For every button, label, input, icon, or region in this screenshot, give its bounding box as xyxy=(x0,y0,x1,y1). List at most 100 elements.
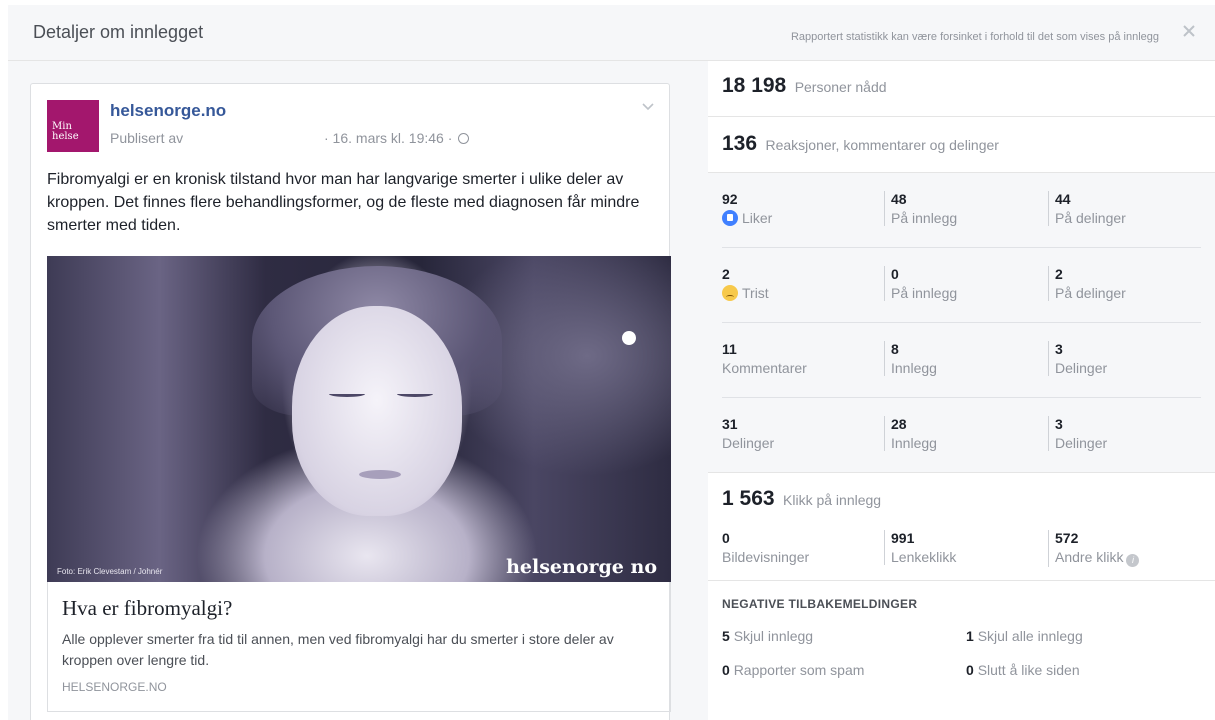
unlike-page-stat: 0 Slutt å like siden xyxy=(966,662,1080,678)
likes-total-label-wrap: Liker xyxy=(722,210,772,226)
other-clicks: 572 Andre klikk i xyxy=(1048,530,1140,567)
hide-post-stat: 5 Skjul innlegg xyxy=(722,628,813,644)
comments-on-post: 8 Innlegg xyxy=(884,341,937,376)
clicks-section: 1 563 Klikk på innlegg 0 Bildevisninger … xyxy=(708,473,1215,581)
shares-on-post: 28 Innlegg xyxy=(884,416,937,451)
photo-views-label: Bildevisninger xyxy=(722,549,810,565)
sad-total-label: Trist xyxy=(742,285,769,301)
other-clicks-value: 572 xyxy=(1055,530,1079,546)
engagement-value: 136 xyxy=(722,132,758,155)
sad-on-shares: 2 På delinger xyxy=(1048,266,1126,301)
info-icon[interactable]: i xyxy=(1126,554,1140,567)
hide-post-label: Skjul innlegg xyxy=(733,628,814,644)
reaction-breakdown: 92 Liker 48 På innlegg 44 På delinger 2 … xyxy=(708,173,1215,473)
link-clicks-value: 991 xyxy=(891,530,915,546)
post-meta: Publisert av · 16. mars kl. 19:46 · xyxy=(110,130,470,146)
comments-total-label: Kommentarer xyxy=(722,360,807,376)
shares-row: 31 Delinger 28 Innlegg 3 Delinger xyxy=(708,398,1215,473)
dialog-title: Detaljer om innlegget xyxy=(33,22,204,42)
image-eye-right xyxy=(397,391,433,397)
clicks-header: 1 563 Klikk på innlegg xyxy=(722,487,881,511)
chevron-down-icon[interactable] xyxy=(641,102,655,112)
image-eye-left xyxy=(329,391,365,397)
comments-on-shares-label: Delinger xyxy=(1055,360,1108,376)
sad-icon xyxy=(722,285,738,301)
photo-views: 0 Bildevisninger xyxy=(722,530,809,565)
likes-total-label: Liker xyxy=(742,210,773,226)
likes-on-post-label: På innlegg xyxy=(891,210,958,226)
shares-on-shares-value: 3 xyxy=(1055,416,1063,432)
link-preview[interactable]: Hva er fibromyalgi? Alle opplever smerte… xyxy=(47,582,671,712)
comments-on-post-label: Innlegg xyxy=(891,360,937,376)
published-by: Publisert av xyxy=(110,130,184,146)
reach-row: 18 198 Personer nådd xyxy=(708,61,1215,117)
photo-views-value: 0 xyxy=(722,530,730,546)
sad-on-shares-label: På delinger xyxy=(1055,285,1126,301)
comments-total-value: 11 xyxy=(722,341,737,357)
report-spam-stat: 0 Rapporter som spam xyxy=(722,662,864,678)
clicks-value: 1 563 xyxy=(722,487,775,510)
sad-on-shares-value: 2 xyxy=(1055,266,1063,282)
reach-value: 18 198 xyxy=(722,74,787,97)
comments-on-post-value: 8 xyxy=(891,341,899,357)
image-logo: helsenorge no xyxy=(506,556,657,578)
sad-total-value: 2 xyxy=(722,266,730,282)
other-clicks-label-wrap: Andre klikk i xyxy=(1055,549,1140,567)
post-card: Min helse helsenorge.no Publisert av · 1… xyxy=(30,83,671,720)
sad-on-post: 0 På innlegg xyxy=(884,266,957,301)
engagement-row: 136 Reaksjoner, kommentarer og delinger xyxy=(708,117,1215,173)
negative-feedback-section: NEGATIVE TILBAKEMELDINGER 5 Skjul innleg… xyxy=(708,581,1215,720)
post-text: Fibromyalgi er en kronisk tilstand hvor … xyxy=(47,171,640,234)
clicks-label: Klikk på innlegg xyxy=(783,492,882,508)
likes-row: 92 Liker 48 På innlegg 44 På delinger xyxy=(708,173,1215,248)
page-avatar[interactable]: Min helse xyxy=(47,100,99,152)
shares-on-shares-label: Delinger xyxy=(1055,435,1108,451)
sad-total-label-wrap: Trist xyxy=(722,285,769,301)
image-lips xyxy=(359,470,401,479)
link-title[interactable]: Hva er fibromyalgi? xyxy=(62,596,656,621)
likes-on-post-value: 48 xyxy=(891,191,907,207)
link-domain: HELSENORGE.NO xyxy=(62,680,167,694)
likes-total-value: 92 xyxy=(722,191,738,207)
likes-on-post: 48 På innlegg xyxy=(884,191,957,226)
shares-total-value: 31 xyxy=(722,416,738,432)
unlike-page-value: 0 xyxy=(966,662,974,678)
report-spam-label: Rapporter som spam xyxy=(733,662,865,678)
dialog-header: Detaljer om innlegget Rapportert statist… xyxy=(8,5,1215,61)
shares-total: 31 Delinger xyxy=(722,416,774,451)
page-name-link[interactable]: helsenorge.no xyxy=(110,101,226,121)
image-face-shape xyxy=(292,306,462,516)
likes-on-shares-label: På delinger xyxy=(1055,210,1126,226)
post-date-wrap: · 16. mars kl. 19:46 · xyxy=(324,130,470,146)
sad-row: 2 Trist 0 På innlegg 2 På delinger xyxy=(708,248,1215,323)
image-light xyxy=(622,331,636,345)
stats-delay-note: Rapportert statistikk kan være forsinket… xyxy=(790,31,1159,43)
close-icon[interactable] xyxy=(1181,23,1197,39)
link-clicks-label: Lenkeklikk xyxy=(891,549,957,565)
sad-on-post-value: 0 xyxy=(891,266,899,282)
like-icon xyxy=(722,210,738,226)
post-date[interactable]: · 16. mars kl. 19:46 · xyxy=(324,130,452,146)
comments-row: 11 Kommentarer 8 Innlegg 3 Delinger xyxy=(708,323,1215,398)
sad-on-post-label: På innlegg xyxy=(891,285,958,301)
sad-total: 2 Trist xyxy=(722,266,769,301)
link-clicks: 991 Lenkeklikk xyxy=(884,530,956,565)
other-clicks-label: Andre klikk xyxy=(1055,549,1124,565)
globe-icon xyxy=(458,133,470,144)
hide-all-stat: 1 Skjul alle innlegg xyxy=(966,628,1083,644)
unlike-page-label: Slutt å like siden xyxy=(977,662,1080,678)
link-description: Alle opplever smerter fra tid til annen,… xyxy=(62,631,614,668)
hide-post-value: 5 xyxy=(722,628,730,644)
comments-total: 11 Kommentarer xyxy=(722,341,807,376)
report-spam-value: 0 xyxy=(722,662,730,678)
likes-on-shares: 44 På delinger xyxy=(1048,191,1126,226)
shares-on-shares: 3 Delinger xyxy=(1048,416,1107,451)
post-preview-pane: Min helse helsenorge.no Publisert av · 1… xyxy=(8,61,708,720)
comments-on-shares: 3 Delinger xyxy=(1048,341,1107,376)
negative-feedback-heading: NEGATIVE TILBAKEMELDINGER xyxy=(722,597,918,611)
likes-on-shares-value: 44 xyxy=(1055,191,1071,207)
post-image[interactable]: Foto: Erik Clevestam / Johnér helsenorge… xyxy=(47,256,671,582)
shares-on-post-value: 28 xyxy=(891,416,907,432)
reach-label: Personer nådd xyxy=(794,79,887,95)
shares-total-label: Delinger xyxy=(722,435,775,451)
